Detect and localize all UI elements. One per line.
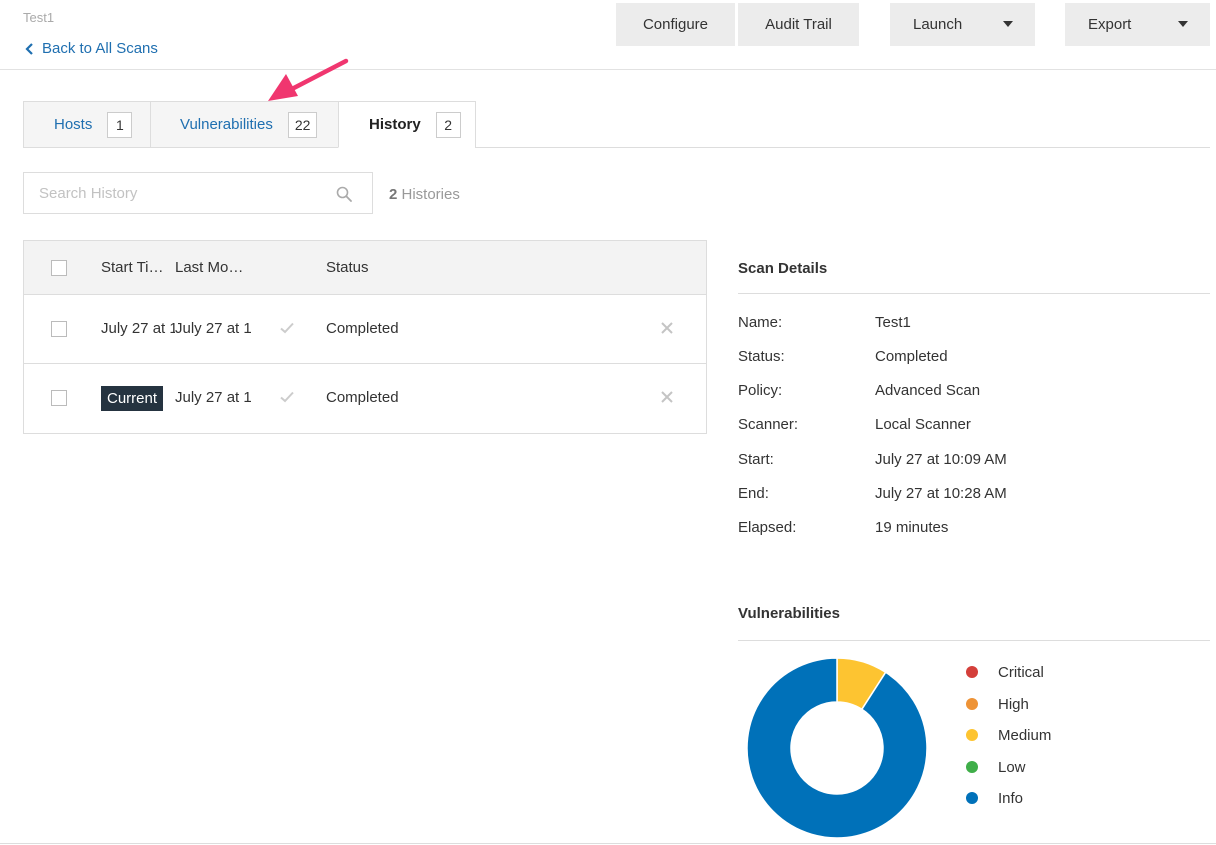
detail-key: Status: bbox=[738, 348, 785, 365]
column-last-modified[interactable]: Last Mo… bbox=[175, 259, 251, 276]
tab-hosts-count: 1 bbox=[107, 111, 133, 138]
row-checkbox[interactable] bbox=[51, 390, 67, 406]
row-status: Completed bbox=[326, 320, 399, 337]
launch-button[interactable]: Launch bbox=[890, 3, 1035, 46]
detail-value: 19 minutes bbox=[875, 519, 949, 536]
legend-label: Critical bbox=[998, 664, 1044, 681]
column-status[interactable]: Status bbox=[326, 259, 369, 276]
legend-dot bbox=[966, 666, 978, 678]
detail-value: July 27 at 10:28 AM bbox=[875, 485, 1007, 502]
vulnerabilities-title: Vulnerabilities bbox=[738, 605, 840, 622]
detail-key: Name: bbox=[738, 314, 783, 331]
table-row[interactable]: Current July 27 at 1 Completed bbox=[24, 364, 706, 432]
row-last-modified: July 27 at 1 bbox=[175, 320, 251, 337]
histories-count-label: Histories bbox=[397, 186, 460, 203]
scan-details-divider bbox=[738, 293, 1210, 294]
table-row[interactable]: July 27 at 1 July 27 at 1 Completed bbox=[24, 295, 706, 364]
tab-history-label: History bbox=[369, 116, 421, 133]
row-start-time: July 27 at 1 bbox=[101, 320, 175, 337]
checkmark-icon bbox=[280, 391, 294, 403]
select-all-checkbox[interactable] bbox=[51, 260, 67, 276]
row-last-modified: July 27 at 1 bbox=[175, 389, 251, 406]
row-checkbox[interactable] bbox=[51, 321, 67, 337]
detail-value: Advanced Scan bbox=[875, 382, 981, 399]
export-button[interactable]: Export bbox=[1065, 3, 1210, 46]
scan-name: Test1 bbox=[23, 10, 55, 25]
legend-label: Medium bbox=[998, 727, 1052, 744]
detail-value: Completed bbox=[875, 348, 948, 365]
tab-vulnerabilities[interactable]: Vulnerabilities 22 bbox=[150, 101, 339, 148]
header-divider bbox=[0, 69, 1216, 70]
launch-button-label: Launch bbox=[913, 16, 963, 33]
vulnerabilities-divider bbox=[738, 640, 1210, 641]
delete-x-icon[interactable] bbox=[661, 391, 673, 403]
row-status: Completed bbox=[326, 389, 399, 406]
tab-history[interactable]: History 2 bbox=[338, 101, 476, 148]
legend-label: Info bbox=[998, 790, 1024, 807]
footer-divider bbox=[0, 843, 1216, 844]
history-table: Start Ti… Last Mo… Status July 27 at 1 J… bbox=[23, 240, 707, 434]
search-history-input[interactable] bbox=[39, 184, 319, 202]
current-badge: Current bbox=[101, 386, 164, 411]
column-start-time[interactable]: Start Ti… bbox=[101, 259, 175, 276]
scan-tabs: Hosts 1 Vulnerabilities 22 History 2 bbox=[23, 101, 476, 148]
histories-count: 2 Histories bbox=[389, 186, 460, 203]
search-history-box bbox=[23, 172, 373, 214]
legend-dot bbox=[966, 729, 978, 741]
detail-key: Policy: bbox=[738, 382, 783, 399]
detail-key: End: bbox=[738, 485, 769, 502]
audit-trail-button[interactable]: Audit Trail bbox=[738, 3, 859, 46]
delete-x-icon[interactable] bbox=[661, 322, 673, 334]
configure-button[interactable]: Configure bbox=[616, 3, 735, 46]
tab-vulnerabilities-count: 22 bbox=[287, 111, 318, 138]
caret-down-icon bbox=[1178, 21, 1188, 27]
legend-dot bbox=[966, 697, 978, 710]
caret-down-icon bbox=[1003, 21, 1013, 27]
tab-history-count: 2 bbox=[435, 111, 461, 138]
legend-label: Low bbox=[998, 758, 1026, 776]
tab-hosts-label: Hosts bbox=[54, 116, 93, 133]
checkmark-icon bbox=[280, 322, 294, 334]
donut-slice-info[interactable] bbox=[746, 657, 928, 839]
tabs-divider bbox=[475, 147, 1210, 148]
detail-key: Elapsed: bbox=[738, 519, 797, 536]
back-link-label: Back to All Scans bbox=[42, 40, 158, 57]
vulnerabilities-donut-chart bbox=[746, 657, 928, 839]
search-icon[interactable] bbox=[336, 186, 352, 202]
detail-value: Test1 bbox=[875, 314, 911, 331]
table-header: Start Ti… Last Mo… Status bbox=[24, 241, 706, 295]
export-button-label: Export bbox=[1088, 16, 1132, 33]
detail-key: Start: bbox=[738, 451, 774, 468]
legend-label: High bbox=[998, 695, 1029, 713]
legend-dot bbox=[966, 760, 978, 773]
scan-details-title: Scan Details bbox=[738, 260, 828, 277]
detail-value: Local Scanner bbox=[875, 416, 971, 433]
legend-dot bbox=[966, 792, 978, 804]
chevron-left-icon bbox=[25, 42, 33, 55]
detail-value: July 27 at 10:09 AM bbox=[875, 451, 1007, 468]
annotation-arrow-icon bbox=[268, 58, 349, 101]
tab-hosts[interactable]: Hosts 1 bbox=[23, 101, 151, 148]
tab-vulnerabilities-label: Vulnerabilities bbox=[180, 116, 273, 133]
detail-key: Scanner: bbox=[738, 416, 799, 433]
back-to-all-scans-link[interactable]: Back to All Scans bbox=[25, 40, 158, 57]
